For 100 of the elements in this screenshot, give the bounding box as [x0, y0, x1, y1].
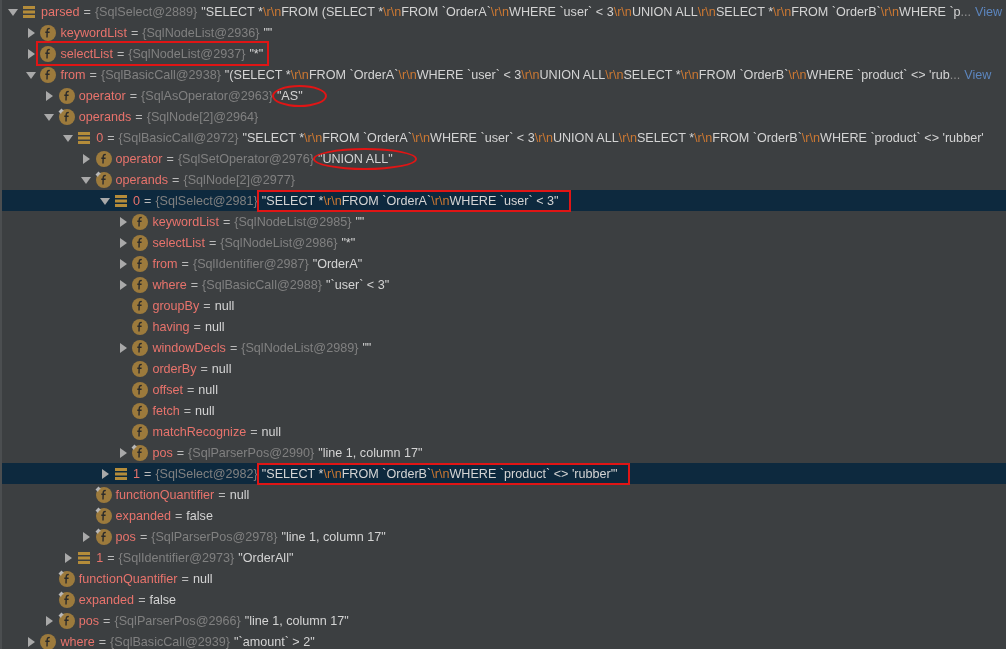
tree-row[interactable]: fetch = null — [2, 400, 1006, 421]
expanded-arrow-icon[interactable] — [7, 6, 18, 17]
equals-sign: = — [144, 466, 152, 481]
variable-type: {SqlParserPos@2990} — [188, 445, 315, 460]
collapsed-arrow-icon[interactable] — [117, 342, 128, 353]
variable-type: {SqlNodeList@2986} — [220, 235, 338, 250]
collapsed-arrow-icon[interactable] — [117, 258, 128, 269]
tree-row[interactable]: where = {SqlBasicCall@2939} "`amount` > 2" — [2, 631, 1006, 649]
tree-row[interactable]: selectList = {SqlNodeList@2986} "*" — [2, 232, 1006, 253]
tree-row[interactable]: operator = {SqlAsOperator@2963} "AS" — [2, 85, 1006, 106]
variable-name: where — [152, 277, 187, 292]
variable-value: "SELECT *\r\nFROM `OrderA`\r\nWHERE `user` < 3\r\nUNION ALL\r\nSELECT *\r\nFROM `OrderB`\r\nWHERE `product` <> 'rubber' — [242, 130, 984, 145]
equals-sign: = — [218, 487, 226, 502]
tree-row[interactable]: expanded = false — [2, 505, 1006, 526]
collapsed-arrow-icon[interactable] — [81, 531, 92, 542]
tree-row[interactable]: 0 = {SqlBasicCall@2972} "SELECT *\r\nFROM `OrderA`\r\nWHERE `user` < 3\r\nUNION ALL\r\nSELECT *\r\nFROM `OrderB`\r\nWHERE `product` <> 'rubber' — [2, 127, 1006, 148]
variable-type: {SqlBasicCall@2972} — [118, 130, 239, 145]
variable-type: {SqlIdentifier@2973} — [118, 550, 235, 565]
collapsed-arrow-icon[interactable] — [117, 279, 128, 290]
tree-row[interactable]: 0 = {SqlSelect@2981} "SELECT *\r\nFROM `OrderA`\r\nWHERE `user` < 3" — [2, 190, 1006, 211]
variable-value: null — [214, 298, 235, 313]
variable-value: "line 1, column 17" — [244, 613, 349, 628]
expanded-arrow-icon[interactable] — [25, 69, 36, 80]
tree-row[interactable]: offset = null — [2, 379, 1006, 400]
tree-row[interactable]: windowDecls = {SqlNodeList@2989} "" — [2, 337, 1006, 358]
variable-name: 1 — [133, 466, 140, 481]
tree-row[interactable]: operands = {SqlNode[2]@2977} — [2, 169, 1006, 190]
tree-row[interactable]: orderBy = null — [2, 358, 1006, 379]
variable-type: {SqlNodeList@2937} — [128, 46, 246, 61]
collapsed-arrow-icon[interactable] — [117, 216, 128, 227]
variable-name: operands — [78, 109, 132, 124]
variable-type: {SqlNodeList@2989} — [241, 340, 359, 355]
collapsed-arrow-icon[interactable] — [62, 552, 73, 563]
tree-row[interactable]: operator = {SqlSetOperator@2976} "UNION ALL" — [2, 148, 1006, 169]
tree-row[interactable]: 1 = {SqlSelect@2982} "SELECT *\r\nFROM `OrderB`\r\nWHERE `product` <> 'rubber'" — [2, 463, 1006, 484]
equals-sign: = — [174, 508, 183, 523]
tree-row[interactable]: keywordList = {SqlNodeList@2936} "" — [2, 22, 1006, 43]
equals-sign: = — [129, 88, 138, 103]
collapsed-arrow-icon[interactable] — [25, 27, 36, 38]
variable-name: keywordList — [60, 25, 127, 40]
tree-row[interactable]: functionQuantifier = null — [2, 568, 1006, 589]
collapsed-arrow-icon[interactable] — [117, 447, 128, 458]
equals-sign: = — [181, 256, 189, 271]
collapsed-arrow-icon[interactable] — [44, 615, 55, 626]
collapsed-arrow-icon[interactable] — [117, 237, 128, 248]
equals-sign: = — [176, 445, 185, 460]
equals-sign: = — [139, 529, 148, 544]
variable-name: selectList — [60, 46, 113, 61]
variable-name: matchRecognize — [152, 424, 247, 439]
tree-row[interactable]: keywordList = {SqlNodeList@2985} "" — [2, 211, 1006, 232]
expanded-arrow-icon[interactable] — [81, 174, 92, 185]
expanded-arrow-icon[interactable] — [44, 111, 55, 122]
expanded-arrow-icon[interactable] — [99, 195, 110, 206]
variable-name: orderBy — [152, 361, 197, 376]
variable-value: "*" — [249, 46, 264, 61]
tree-row[interactable]: from = {SqlBasicCall@2938} "(SELECT *\r\nFROM `OrderA`\r\nWHERE `user` < 3\r\nUNION ALL\r\nSELECT *\r\nFROM `OrderB`\r\nWHERE `product` <> 'rub... View — [2, 64, 1006, 85]
variable-type: {SqlParserPos@2966} — [114, 613, 241, 628]
variable-name: offset — [152, 382, 183, 397]
tree-row[interactable]: expanded = false — [2, 589, 1006, 610]
collapsed-arrow-icon[interactable] — [99, 468, 110, 479]
variable-value: null — [195, 403, 215, 418]
equals-sign: = — [172, 172, 180, 187]
tree-row[interactable]: matchRecognize = null — [2, 421, 1006, 442]
variable-value: false — [149, 592, 177, 607]
tree-row[interactable]: operands = {SqlNode[2]@2964} — [2, 106, 1006, 127]
variable-type: {SqlBasicCall@2939} — [110, 634, 230, 649]
tree-row[interactable]: where = {SqlBasicCall@2988} "`user` < 3" — [2, 274, 1006, 295]
tree-row[interactable]: pos = {SqlParserPos@2966} "line 1, column 17" — [2, 610, 1006, 631]
equals-sign: = — [83, 4, 91, 19]
variable-value: "*" — [341, 235, 356, 250]
tree-row[interactable]: selectList = {SqlNodeList@2937} "*" — [2, 43, 1006, 64]
equals-sign: = — [138, 592, 146, 607]
collapsed-arrow-icon[interactable] — [25, 636, 36, 647]
variable-name: operator — [78, 88, 126, 103]
equals-sign: = — [190, 277, 199, 292]
variable-value: "" — [362, 340, 372, 355]
tree-row[interactable]: 1 = {SqlIdentifier@2973} "OrderAll" — [2, 547, 1006, 568]
variable-type: {SqlSelect@2889} — [94, 4, 198, 19]
tree-row[interactable]: from = {SqlIdentifier@2987} "OrderA" — [2, 253, 1006, 274]
variable-name: from — [60, 67, 86, 82]
collapsed-arrow-icon[interactable] — [25, 48, 36, 59]
equals-sign: = — [193, 319, 201, 334]
equals-sign: = — [181, 571, 189, 586]
variable-value: "`user` < 3" — [325, 277, 390, 292]
expanded-arrow-icon[interactable] — [62, 132, 73, 143]
variable-type: {SqlIdentifier@2987} — [192, 256, 309, 271]
variable-name: pos — [78, 613, 100, 628]
variable-type: {SqlSelect@2981} — [155, 193, 258, 208]
tree-row[interactable]: parsed = {SqlSelect@2889} "SELECT *\r\nFROM (SELECT *\r\nFROM `OrderA`\r\nWHERE `user` < 3\r\nUNION ALL\r\nSELECT *\r\nFROM `OrderB`\r\nWHERE `p... View — [2, 1, 1006, 22]
variable-name: operator — [115, 151, 163, 166]
tree-row[interactable]: pos = {SqlParserPos@2978} "line 1, column 17" — [2, 526, 1006, 547]
tree-row[interactable]: groupBy = null — [2, 295, 1006, 316]
tree-row[interactable]: functionQuantifier = null — [2, 484, 1006, 505]
collapsed-arrow-icon[interactable] — [44, 90, 55, 101]
tree-row[interactable]: having = null — [2, 316, 1006, 337]
tree-row[interactable]: pos = {SqlParserPos@2990} "line 1, column 17" — [2, 442, 1006, 463]
collapsed-arrow-icon[interactable] — [81, 153, 92, 164]
variable-name: windowDecls — [152, 340, 226, 355]
variable-value: "" — [263, 25, 273, 40]
equals-sign: = — [186, 382, 195, 397]
